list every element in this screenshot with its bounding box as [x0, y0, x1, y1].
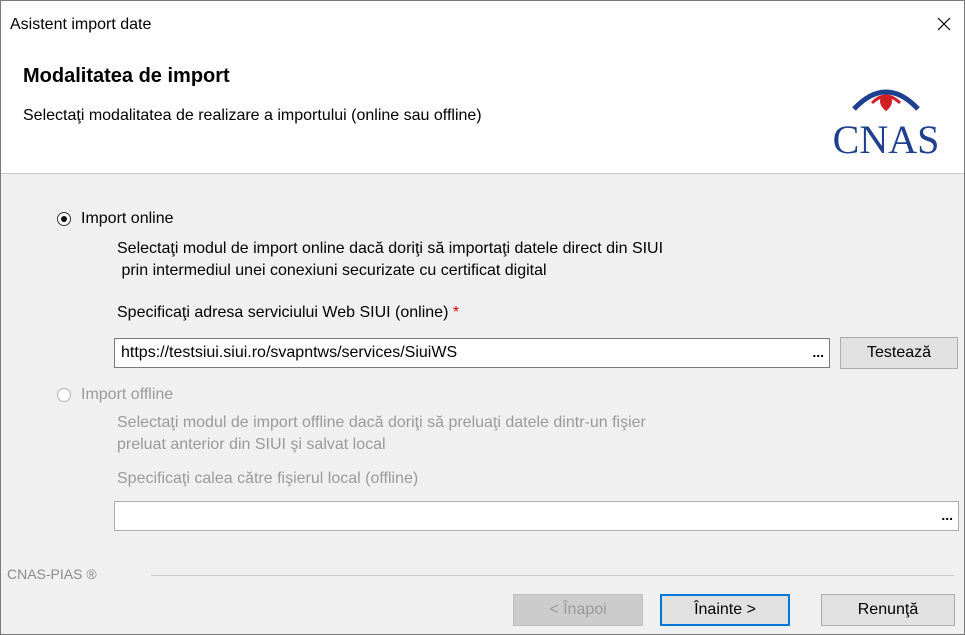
radio-checked-icon [57, 212, 71, 226]
footer-group-label: CNAS-PIAS ® [7, 566, 97, 582]
offline-description-line1: Selectaţi modul de import offline dacă d… [117, 414, 646, 431]
online-address-value: https://testsiui.siui.ro/svapntws/servic… [121, 344, 458, 361]
online-description-line1: Selectaţi modul de import online dacă do… [117, 240, 664, 257]
offline-browse-button[interactable]: ... [941, 507, 953, 523]
test-button[interactable]: Testează [840, 337, 958, 369]
online-browse-button[interactable]: ... [812, 344, 824, 360]
required-marker: * [452, 304, 460, 321]
online-address-label: Specificaţi adresa serviciului Web SIUI … [117, 304, 459, 322]
import-offline-label: Import offline [81, 386, 174, 403]
window-title: Asistent import date [10, 16, 152, 33]
online-address-label-text: Specificaţi adresa serviciului Web SIUI … [117, 304, 449, 321]
offline-description-line2: preluat anterior din SIUI şi salvat loca… [117, 436, 386, 453]
footer-divider [151, 575, 954, 576]
online-description-line2: prin intermediul unei conexiuni securiza… [117, 262, 547, 279]
page-subtitle: Selectaţi modalitatea de realizare a imp… [23, 107, 482, 124]
import-wizard-window: Asistent import date Modalitatea de impo… [0, 0, 965, 635]
back-button[interactable]: < Înapoi [513, 594, 643, 626]
online-address-input[interactable]: https://testsiui.siui.ro/svapntws/servic… [114, 338, 830, 368]
import-online-label: Import online [81, 210, 174, 227]
logo-text: CNAS [833, 117, 940, 159]
page-title: Modalitatea de import [23, 65, 230, 87]
offline-path-label: Specificaţi calea către fişierul local (… [117, 470, 419, 487]
cancel-button[interactable]: Renunţă [821, 594, 955, 626]
wizard-body: Import online Selectaţi modul de import … [1, 174, 964, 634]
offline-path-input[interactable]: ... [114, 501, 959, 531]
close-button[interactable] [924, 1, 964, 47]
next-button[interactable]: Înainte > [660, 594, 790, 626]
radio-unchecked-icon [57, 388, 71, 402]
close-icon [937, 17, 951, 31]
cnas-logo: CNAS [833, 89, 940, 159]
title-bar: Asistent import date [1, 1, 964, 47]
import-offline-radio[interactable]: Import offline [57, 386, 173, 404]
wizard-header: Modalitatea de import Selectaţi modalita… [1, 47, 964, 174]
import-online-radio[interactable]: Import online [57, 210, 174, 228]
